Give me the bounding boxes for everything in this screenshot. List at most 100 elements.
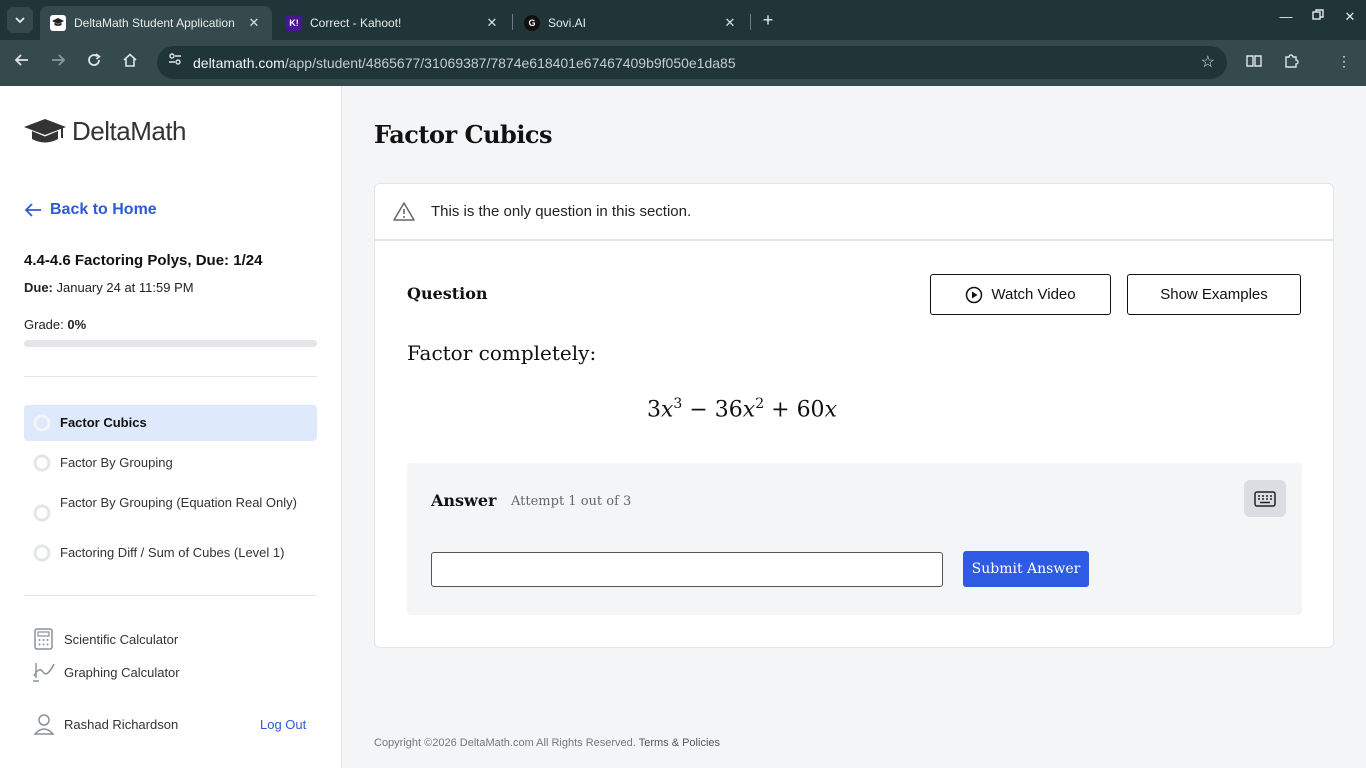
scientific-calculator-link[interactable]: Scientific Calculator [30, 627, 178, 651]
tab-divider [512, 14, 513, 30]
problem-label: Factor Cubics [60, 415, 147, 430]
back-to-home-link[interactable]: Back to Home [24, 201, 157, 219]
sidebar: DeltaMath Back to Home 4.4-4.6 Factoring… [0, 86, 342, 768]
window-close-icon[interactable]: ✕ [1340, 9, 1360, 25]
problem-item-factor-by-grouping-equation[interactable]: Factor By Grouping (Equation Real Only) [24, 485, 317, 531]
variable: x [661, 397, 674, 423]
progress-ring-icon [33, 414, 51, 432]
tool-label: Graphing Calculator [64, 664, 180, 680]
progress-ring-icon [33, 504, 51, 522]
url-host: deltamath.com [193, 55, 285, 71]
exponent: 2 [755, 396, 765, 412]
question-label: Question [407, 284, 488, 303]
answer-section: Answer Attempt 1 out of 3 Submit Answer [407, 463, 1302, 615]
back-label: Back to Home [50, 201, 157, 218]
logo-text: DeltaMath [72, 116, 187, 146]
extensions-puzzle-icon[interactable] [1281, 53, 1301, 72]
close-icon[interactable]: ✕ [246, 15, 262, 31]
show-examples-button[interactable]: Show Examples [1127, 274, 1301, 315]
graduation-cap-icon [24, 118, 66, 142]
tab-title: DeltaMath Student Application [74, 16, 235, 30]
problem-item-diff-sum-cubes[interactable]: Factoring Diff / Sum of Cubes (Level 1) [24, 535, 317, 571]
tab-search-button[interactable] [7, 7, 33, 33]
url-text: deltamath.com/app/student/4865677/310693… [193, 55, 736, 71]
section-notice: This is the only question in this sectio… [375, 184, 1333, 241]
coef-c: 60 [796, 397, 825, 423]
graphing-calculator-link[interactable]: Graphing Calculator [30, 660, 180, 684]
browser-tab-bar: DeltaMath Student Application ✕ K! Corre… [0, 0, 1366, 40]
tab-deltamath[interactable]: DeltaMath Student Application ✕ [40, 6, 272, 40]
forward-arrow-icon[interactable] [47, 52, 69, 74]
arrow-left-icon [24, 203, 41, 217]
problem-item-factor-cubics[interactable]: Factor Cubics [24, 405, 317, 441]
progress-ring-icon [33, 454, 51, 472]
math-keyboard-button[interactable] [1244, 480, 1286, 517]
due-value: January 24 at 11:59 PM [56, 280, 194, 295]
grade-value: 0% [67, 317, 87, 332]
due-label: Due: [24, 280, 53, 295]
tab-divider [750, 14, 751, 30]
main-content: Factor Cubics This is the only question … [342, 86, 1366, 768]
attempt-counter: Attempt 1 out of 3 [511, 494, 632, 509]
more-menu-icon[interactable]: ⋮ [1334, 53, 1354, 70]
assignment-title: 4.4-4.6 Factoring Polys, Due: 1/24 [24, 252, 263, 269]
grade: Grade: 0% [24, 317, 86, 332]
footer: Copyright ©2026 DeltaMath.com All Rights… [374, 737, 720, 749]
grade-progress-bar [24, 340, 317, 347]
tab-title: Sovi.AI [548, 16, 587, 30]
page-title: Factor Cubics [374, 120, 553, 149]
deltamath-logo[interactable]: DeltaMath [24, 116, 187, 147]
divider [24, 376, 317, 377]
log-out-link[interactable]: Log Out [260, 717, 306, 732]
footer-copyright: Copyright ©2026 DeltaMath.com All Rights… [374, 737, 636, 749]
keyboard-icon [1254, 490, 1276, 507]
problem-list: Factor Cubics Factor By Grouping Factor … [24, 405, 317, 575]
back-arrow-icon[interactable] [11, 52, 33, 74]
question-card: This is the only question in this sectio… [374, 183, 1334, 648]
minimize-icon[interactable]: — [1276, 9, 1296, 24]
tab-title: Correct - Kahoot! [310, 16, 402, 30]
calculator-icon [34, 628, 53, 650]
divider [24, 595, 317, 596]
graph-icon [33, 663, 55, 682]
new-tab-button[interactable]: + [758, 10, 778, 30]
answer-label: Answer [431, 491, 497, 510]
problem-label: Factor By Grouping (Equation Real Only) [60, 495, 297, 510]
coef-a: 3 [647, 397, 661, 423]
progress-ring-icon [33, 544, 51, 562]
operator: + [771, 397, 790, 423]
variable: x [824, 397, 837, 423]
tab-kahoot[interactable]: K! Correct - Kahoot! ✕ [276, 6, 510, 40]
watch-video-label: Watch Video [991, 286, 1076, 303]
submit-answer-button[interactable]: Submit Answer [963, 551, 1089, 587]
terms-policies-link[interactable]: Terms & Policies [639, 737, 720, 749]
reading-mode-icon[interactable] [1244, 53, 1264, 72]
math-expression: 3x3 − 36x2 + 60x [647, 396, 837, 422]
restore-icon[interactable] [1308, 9, 1328, 24]
operator: − [689, 397, 708, 423]
browser-toolbar: deltamath.com/app/student/4865677/310693… [0, 40, 1366, 86]
close-icon[interactable]: ✕ [722, 15, 738, 31]
sovi-favicon-icon: G [524, 15, 540, 31]
tool-label: Scientific Calculator [64, 631, 179, 647]
user-name: Rashad Richardson [64, 716, 179, 732]
tab-sovi[interactable]: G Sovi.AI ✕ [514, 6, 748, 40]
close-icon[interactable]: ✕ [484, 15, 500, 31]
problem-item-factor-by-grouping[interactable]: Factor By Grouping [24, 445, 317, 481]
site-info-icon[interactable] [165, 52, 185, 72]
reload-icon[interactable] [83, 52, 105, 74]
watch-video-button[interactable]: Watch Video [930, 274, 1111, 315]
variable: x [742, 397, 756, 423]
user-icon [33, 714, 55, 735]
problem-label: Factoring Diff / Sum of Cubes (Level 1) [60, 545, 285, 560]
chevron-down-icon [15, 17, 25, 24]
question-prompt: Factor completely: [407, 341, 597, 365]
kahoot-favicon-icon: K! [286, 15, 302, 31]
user-info: Rashad Richardson [30, 712, 178, 736]
bookmark-star-icon[interactable]: ☆ [1201, 52, 1215, 72]
address-bar[interactable]: deltamath.com/app/student/4865677/310693… [157, 46, 1227, 79]
play-circle-icon [966, 286, 983, 303]
answer-input[interactable] [431, 552, 943, 587]
deltamath-favicon-icon [50, 15, 66, 31]
home-icon[interactable] [119, 52, 141, 74]
